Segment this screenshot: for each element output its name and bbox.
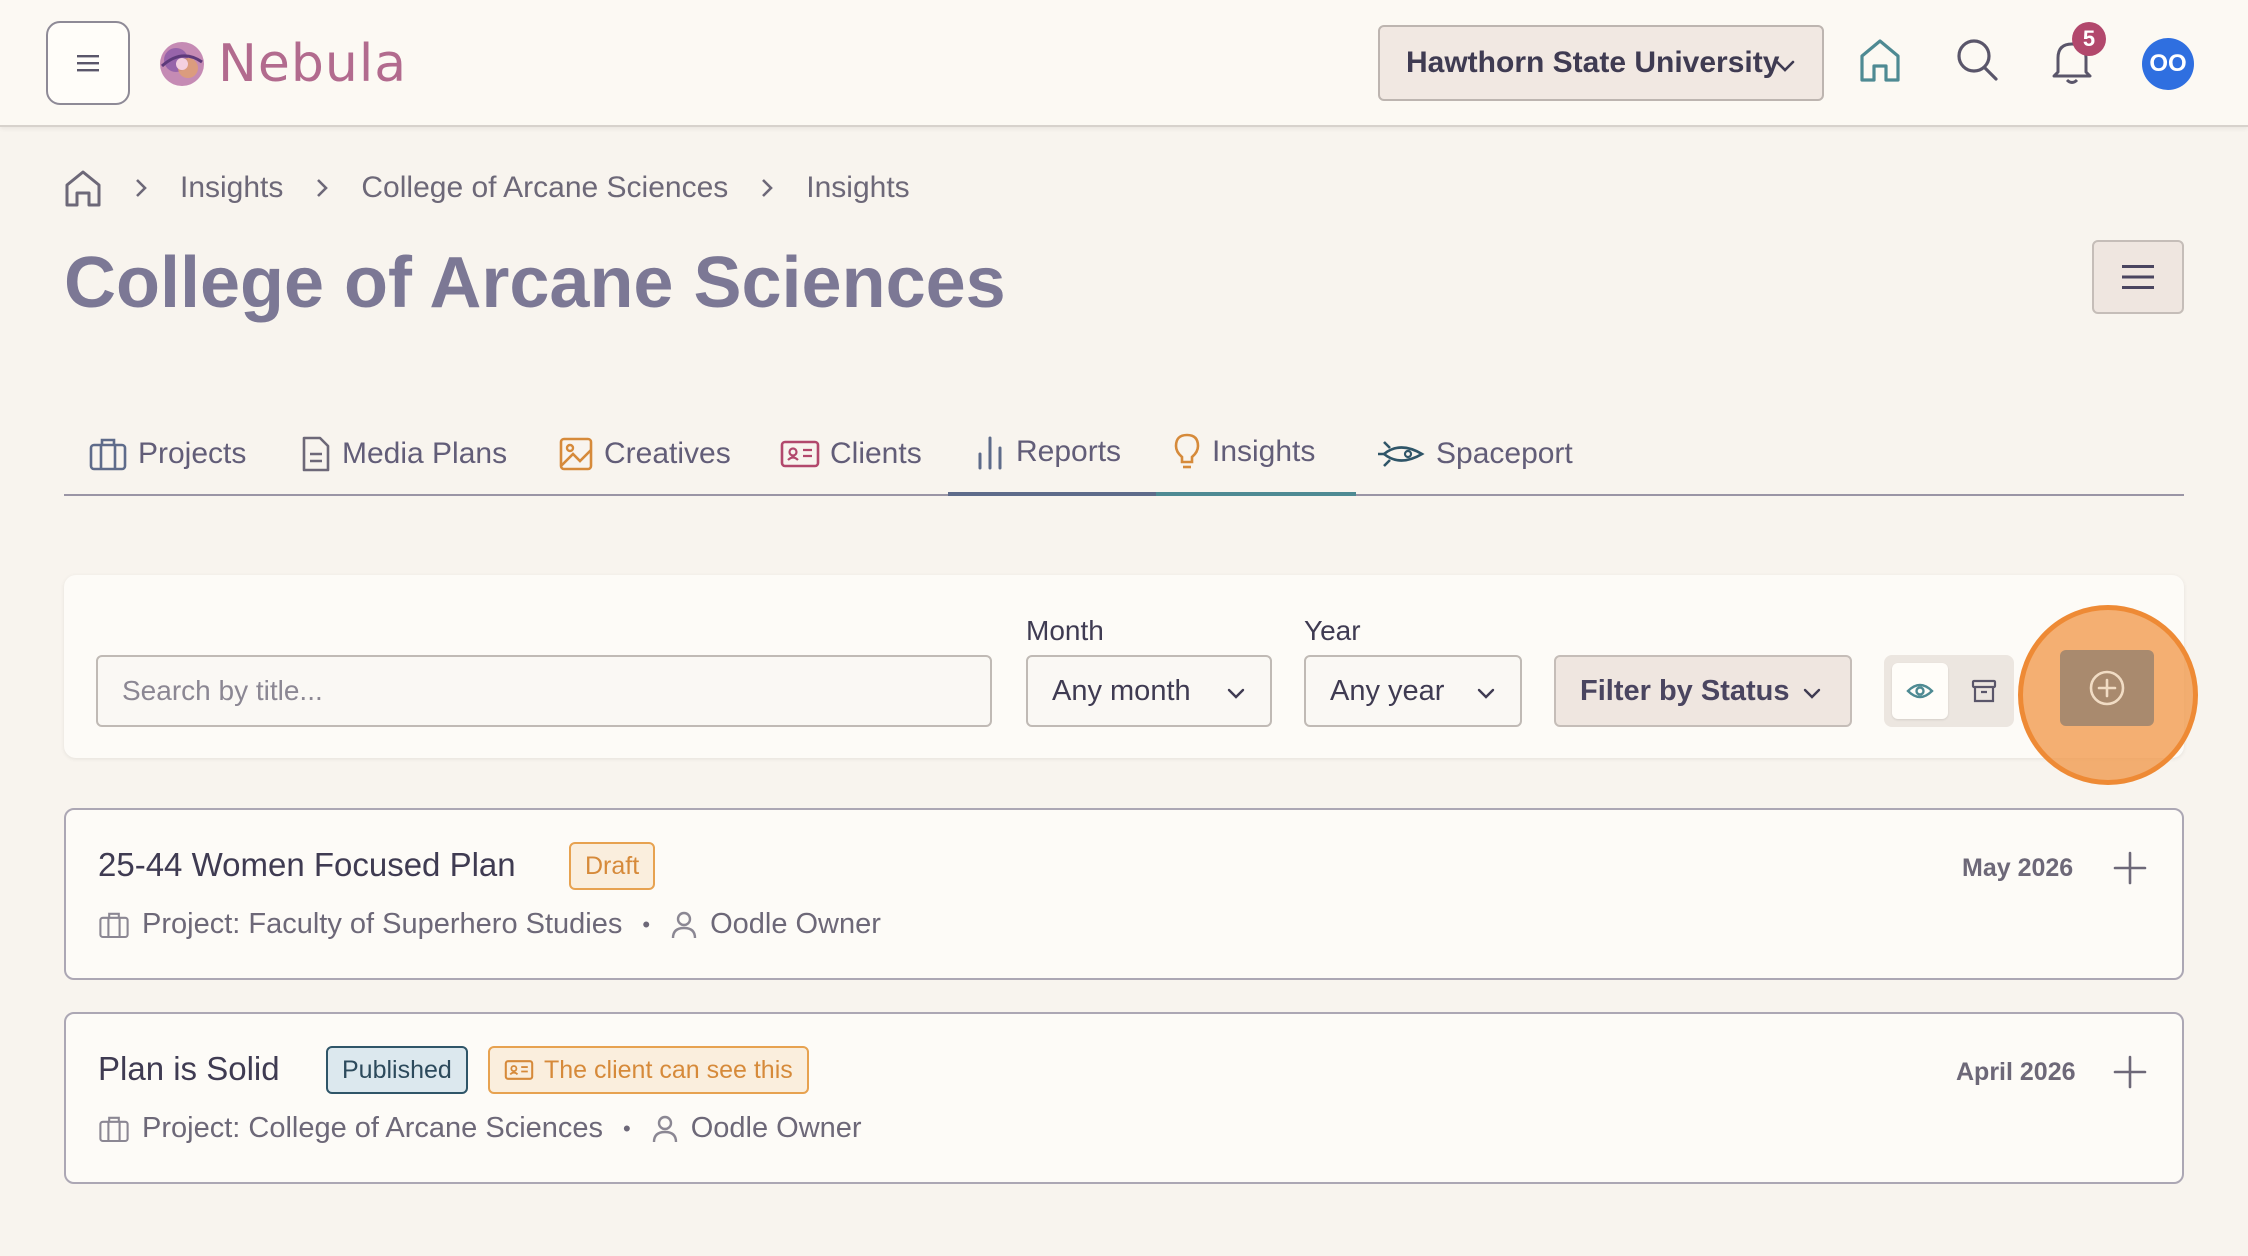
tab-reports[interactable]: Reports — [948, 412, 1156, 496]
user-avatar[interactable]: OO — [2142, 38, 2194, 90]
app-name: Nebula — [218, 34, 408, 94]
home-icon[interactable] — [1858, 36, 1902, 84]
item-owner: Oodle Owner — [710, 908, 881, 940]
tab-label: Insights — [1212, 435, 1316, 468]
tab-media-plans[interactable]: Media Plans — [300, 412, 507, 496]
tab-spaceport[interactable]: Spaceport — [1376, 412, 1573, 496]
year-label: Year — [1304, 615, 1361, 646]
app-logo[interactable]: Nebula — [154, 34, 407, 94]
archive-icon — [1971, 679, 1997, 703]
breadcrumb-insights[interactable]: Insights — [180, 171, 283, 205]
bar-chart-icon — [978, 436, 1002, 470]
chevron-down-icon — [1803, 688, 1821, 699]
item-meta: Project: Faculty of Superhero Studies • … — [98, 908, 881, 941]
search-input[interactable] — [96, 655, 992, 727]
year-value: Any year — [1330, 674, 1445, 707]
separator-dot: • — [623, 1115, 631, 1141]
item-title[interactable]: 25-44 Women Focused Plan — [98, 846, 516, 884]
breadcrumb: Insights College of Arcane Sciences Insi… — [64, 168, 910, 208]
item-project: Project: College of Arcane Sciences — [142, 1112, 604, 1144]
hamburger-icon — [77, 55, 99, 72]
section-tabs: Projects Media Plans Creatives Clients R… — [64, 412, 2184, 496]
id-card-icon — [504, 1060, 534, 1080]
tab-creatives[interactable]: Creatives — [558, 412, 731, 496]
filter-by-status-button[interactable]: Filter by Status — [1554, 655, 1852, 727]
tab-label: Media Plans — [342, 437, 508, 470]
chevron-right-icon — [313, 177, 331, 199]
briefcase-icon — [99, 912, 129, 938]
expand-plus-icon[interactable] — [2112, 850, 2148, 886]
item-date: April 2026 — [1956, 1058, 2076, 1086]
list-item[interactable]: Plan is Solid Published The client can s… — [64, 1012, 2184, 1184]
filter-panel: Month Any month Year Any year Filter by … — [64, 575, 2184, 758]
add-insight-button[interactable] — [2060, 650, 2154, 726]
expand-plus-icon[interactable] — [2112, 1054, 2148, 1090]
tab-clients[interactable]: Clients — [780, 412, 922, 496]
tab-projects[interactable]: Projects — [88, 412, 246, 496]
item-owner: Oodle Owner — [690, 1112, 862, 1144]
image-icon — [559, 437, 593, 471]
organization-selector[interactable]: Hawthorn State University — [1378, 25, 1824, 101]
month-value: Any month — [1052, 674, 1191, 707]
item-title[interactable]: Plan is Solid — [98, 1050, 280, 1088]
item-date: May 2026 — [1962, 854, 2074, 882]
tab-label: Spaceport — [1436, 437, 1573, 470]
top-bar: Nebula Hawthorn State University 5 OO — [0, 0, 2248, 127]
item-meta: Project: College of Arcane Sciences • Oo… — [98, 1112, 862, 1145]
lightbulb-icon — [1174, 433, 1200, 469]
month-label: Month — [1026, 615, 1104, 646]
year-select[interactable]: Any year — [1304, 655, 1522, 727]
chevron-down-icon — [1775, 60, 1795, 72]
page-actions-menu-button[interactable] — [2092, 240, 2184, 314]
tab-label: Projects — [138, 437, 247, 470]
list-item[interactable]: 25-44 Women Focused Plan Draft Project: … — [64, 808, 2184, 980]
breadcrumb-college[interactable]: College of Arcane Sciences — [361, 171, 728, 205]
client-visible-badge: The client can see this — [488, 1046, 809, 1094]
plus-circle-icon — [2089, 670, 2125, 706]
chevron-down-icon — [1227, 688, 1245, 699]
nebula-logo-icon — [160, 42, 204, 86]
show-active-toggle[interactable] — [1892, 663, 1948, 719]
chevron-right-icon — [758, 177, 776, 199]
document-icon — [302, 436, 330, 472]
briefcase-icon — [89, 438, 127, 471]
home-icon[interactable] — [64, 168, 102, 208]
status-badge: Draft — [569, 842, 656, 890]
chevron-down-icon — [1477, 688, 1495, 699]
eye-icon — [1906, 683, 1934, 699]
search-icon[interactable] — [1954, 36, 2000, 84]
notification-badge: 5 — [2072, 22, 2106, 56]
month-select[interactable]: Any month — [1026, 655, 1272, 727]
status-badge: Published — [326, 1046, 468, 1094]
filter-by-status-label: Filter by Status — [1580, 674, 1790, 707]
tab-insights[interactable]: Insights — [1156, 412, 1356, 496]
hamburger-icon — [2122, 265, 2154, 289]
breadcrumb-current: Insights — [806, 171, 910, 204]
rocket-icon — [1378, 441, 1425, 467]
menu-button[interactable] — [46, 21, 130, 105]
tab-label: Clients — [830, 437, 922, 470]
briefcase-icon — [99, 1116, 129, 1142]
id-card-icon — [780, 440, 820, 468]
user-icon — [671, 911, 697, 938]
client-visible-label: The client can see this — [544, 1055, 793, 1084]
page-title: College of Arcane Sciences — [64, 243, 1006, 323]
tab-label: Reports — [1016, 435, 1122, 468]
organization-name: Hawthorn State University — [1406, 46, 1780, 79]
user-icon — [652, 1115, 677, 1142]
show-archived-toggle[interactable] — [1956, 663, 2012, 719]
item-project: Project: Faculty of Superhero Studies — [142, 908, 623, 940]
chevron-right-icon — [132, 177, 150, 199]
visibility-toggle-group — [1884, 655, 2014, 727]
tab-label: Creatives — [604, 437, 731, 470]
separator-dot: • — [642, 911, 651, 937]
